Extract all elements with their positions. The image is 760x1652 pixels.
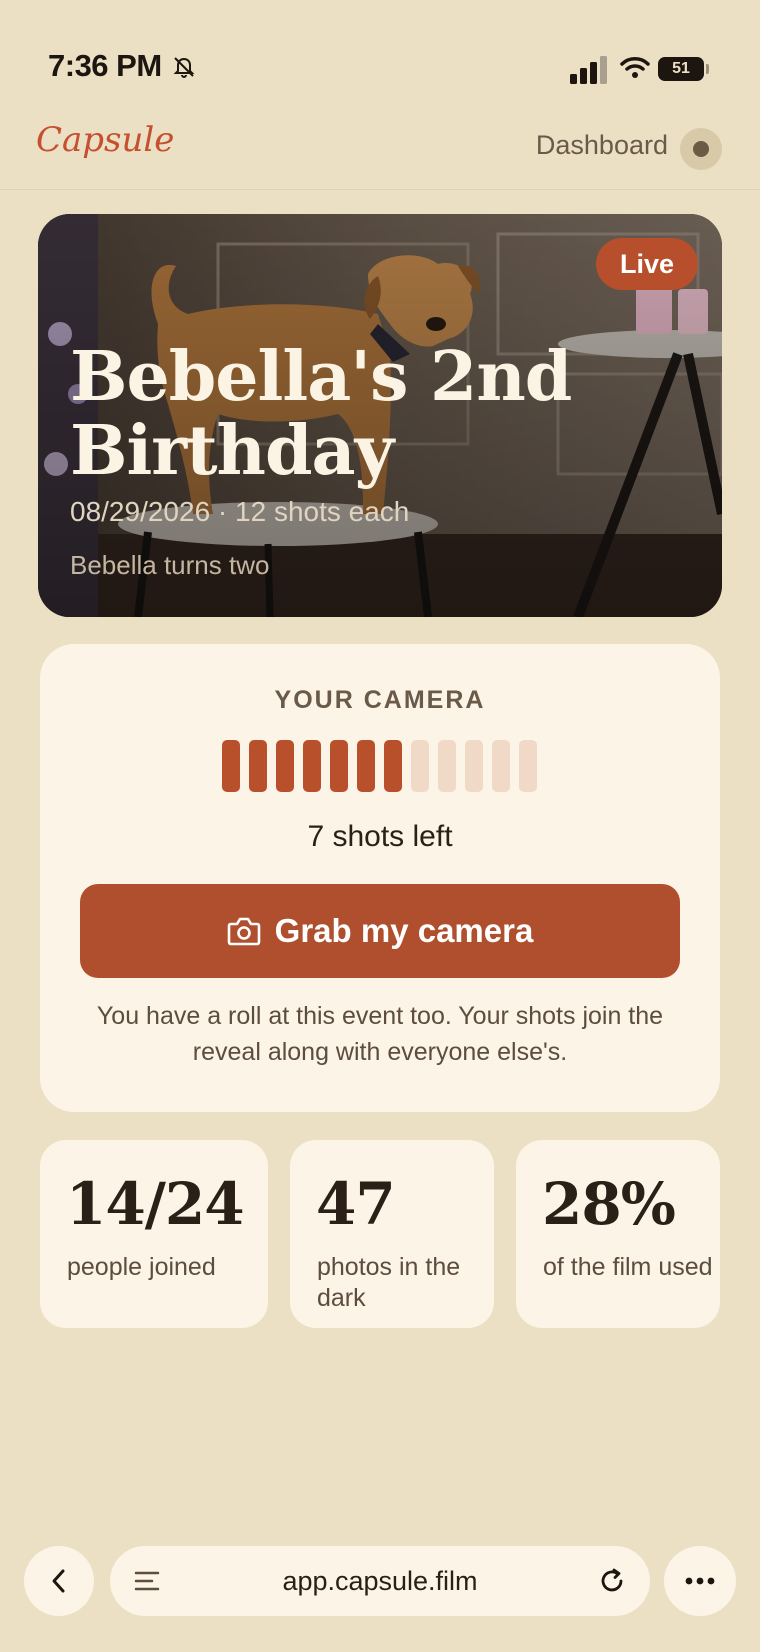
dashboard-link[interactable]: Dashboard: [536, 130, 668, 161]
event-title: Bebella's 2nd Birthday: [70, 337, 572, 491]
shot-segment-filled: [384, 740, 402, 792]
camera-heading: YOUR CAMERA: [274, 686, 486, 714]
stat-value: 14/24: [66, 1170, 245, 1238]
stat-people-joined: 14/24 people joined: [40, 1140, 268, 1328]
browser-url: app.capsule.film: [282, 1566, 478, 1596]
camera-card: YOUR CAMERA 7 shots left Grab my camera …: [40, 644, 720, 1112]
status-time: 7:36 PM: [48, 48, 162, 83]
cellular-signal-icon: [570, 56, 607, 84]
shots-left-label: 7 shots left: [307, 820, 453, 853]
event-description: Bebella turns two: [70, 550, 270, 580]
stat-label: people joined: [67, 1253, 216, 1281]
bell-muted-icon: [173, 57, 195, 79]
shot-segment-filled: [330, 740, 348, 792]
capsule-logo[interactable]: Capsule: [36, 120, 174, 160]
stat-label: of the film used: [543, 1253, 713, 1281]
avatar[interactable]: [680, 128, 722, 170]
stat-film-used: 28% of the film used: [516, 1140, 720, 1328]
event-meta: 08/29/2026 · 12 shots each: [70, 496, 410, 527]
shot-segment-empty: [438, 740, 456, 792]
shot-segment-filled: [222, 740, 240, 792]
grab-camera-label: Grab my camera: [274, 912, 534, 949]
shot-segment-empty: [492, 740, 510, 792]
live-badge: Live: [595, 238, 698, 290]
stat-label: photos in the dark: [317, 1253, 461, 1312]
browser-more-button[interactable]: [664, 1546, 736, 1616]
stat-value: 28%: [542, 1170, 676, 1238]
shot-segment-filled: [249, 740, 267, 792]
browser-address-bar[interactable]: app.capsule.film: [110, 1546, 650, 1616]
shot-segment-filled: [357, 740, 375, 792]
grab-camera-button[interactable]: Grab my camera: [80, 884, 680, 978]
event-hero: Live Bebella's 2nd Birthday 08/29/2026 ·…: [38, 214, 722, 617]
reload-icon[interactable]: [598, 1567, 626, 1595]
shot-segment-filled: [303, 740, 321, 792]
shot-segment-empty: [411, 740, 429, 792]
avatar-dot: [693, 141, 709, 157]
status-bar: 7:36 PM 51: [0, 0, 760, 110]
shot-segment-empty: [465, 740, 483, 792]
camera-icon: [227, 917, 260, 946]
battery-tip: [706, 64, 709, 74]
battery-indicator: 51: [658, 57, 704, 81]
more-dots-icon: [685, 1577, 715, 1585]
wifi-icon: [620, 57, 650, 78]
shots-meter: [222, 740, 537, 792]
stat-photos: 47 photos in the dark: [290, 1140, 494, 1328]
browser-back-button[interactable]: [24, 1546, 94, 1616]
camera-note: You have a roll at this event too. Your …: [96, 1002, 664, 1066]
stat-value: 47: [316, 1170, 396, 1238]
shot-segment-empty: [519, 740, 537, 792]
top-nav: Capsule Dashboard: [0, 110, 760, 190]
chevron-left-icon: [52, 1569, 65, 1593]
shot-segment-filled: [276, 740, 294, 792]
